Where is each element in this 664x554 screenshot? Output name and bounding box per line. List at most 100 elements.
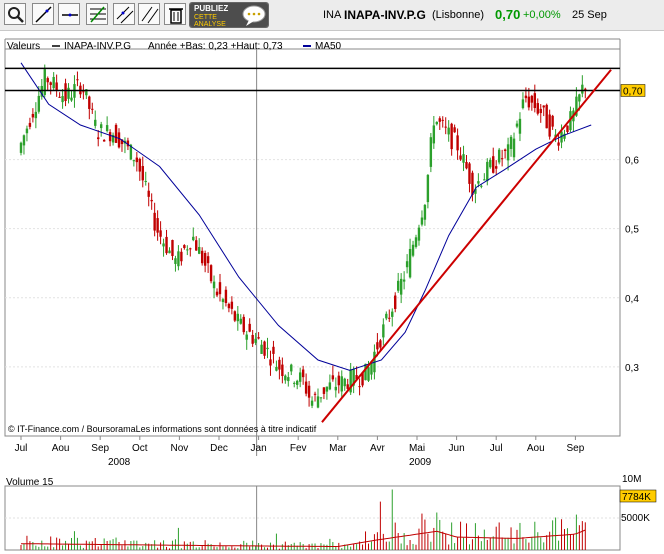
candle-body [420, 217, 424, 225]
legend-values-label: Valeurs [7, 41, 40, 52]
price-chart[interactable]: 0,3 0,4 0,5 0,6 Jul Aou Sep Oct Nov Dec Jan Fev Mar… [0, 36, 664, 476]
candle-body [174, 258, 177, 264]
delete-button[interactable] [164, 3, 186, 25]
candle-body [328, 382, 332, 390]
candle-body [28, 122, 32, 127]
candle-body [441, 119, 444, 121]
last-price-label: 0,70 [623, 86, 643, 97]
candle-body [444, 126, 447, 128]
candle-body [316, 396, 320, 408]
candle-body [325, 386, 329, 392]
candle-body [224, 289, 228, 304]
candle-body [183, 245, 186, 248]
candle-body [450, 123, 453, 150]
x-tick-label: Jul [15, 443, 28, 454]
candle-body [322, 387, 326, 394]
candle-body [465, 161, 468, 169]
x-tick-label: Mai [409, 443, 425, 454]
candle-body [37, 95, 41, 112]
candle-body [340, 376, 343, 392]
candle-body [584, 88, 587, 90]
candle-body [527, 96, 531, 108]
candle-body [453, 127, 456, 133]
candle-body [239, 318, 242, 324]
x-tick-label: Nov [171, 443, 189, 454]
candle-body [263, 341, 266, 356]
x-tick-label: Jun [449, 443, 465, 454]
year-2008-label: 2008 [108, 457, 131, 468]
candle-body [578, 94, 581, 102]
candle-body [530, 95, 534, 103]
candle-body [411, 244, 415, 256]
candle-body [105, 125, 109, 132]
candle-body [334, 386, 338, 391]
x-tick-label: Fev [290, 443, 307, 454]
candle-body [518, 118, 522, 134]
candle-body [545, 104, 548, 129]
horizontal-line-tool-button[interactable] [58, 3, 80, 25]
candle-body [192, 236, 195, 241]
candle-body [132, 160, 136, 162]
x-tick-label: Aou [52, 443, 70, 454]
candle-body [471, 172, 474, 195]
candle-body [195, 240, 198, 251]
candle-body [251, 334, 254, 344]
candle-body [281, 364, 284, 377]
candle-body [382, 324, 385, 338]
candle-body [31, 113, 35, 118]
ad-line3: ANALYSE [194, 21, 226, 28]
candle-body [293, 382, 296, 384]
candle-body [233, 311, 237, 321]
candle-body [447, 127, 450, 135]
candle-body [367, 367, 370, 381]
candle-body [25, 128, 29, 134]
fibonacci-tool-button[interactable] [86, 3, 108, 25]
candle-body [287, 377, 290, 382]
candle-body [296, 380, 299, 385]
candle-body [88, 96, 91, 109]
candle-body [310, 400, 314, 406]
candle-body [337, 375, 340, 386]
zoom-tool-button[interactable] [4, 3, 26, 25]
quote-date: 25 Sep [572, 9, 607, 21]
candle-body [483, 179, 486, 181]
candle-body [331, 375, 335, 380]
last-price-tag: 0,70 [620, 84, 646, 97]
candle-body [58, 96, 61, 98]
candle-body [209, 265, 213, 282]
candle-body [429, 137, 433, 167]
candle-body [117, 132, 121, 148]
candle-body [236, 313, 240, 322]
candle-body [301, 369, 305, 378]
candle-body [426, 174, 430, 203]
candle-body [257, 337, 260, 339]
candle-body [108, 132, 112, 142]
candle-body [94, 119, 97, 126]
candle-body [269, 359, 272, 366]
candle-body [61, 96, 64, 103]
candle-body [245, 334, 248, 340]
candle-body [521, 99, 525, 109]
trash-icon [169, 8, 183, 24]
volume-chart[interactable]: Volume 15 10M 5000K 7784K [0, 474, 664, 552]
candle-body [423, 204, 427, 220]
candle-body [34, 111, 38, 119]
candle-body [358, 386, 361, 388]
candle-body [165, 236, 168, 254]
candle-body [492, 156, 495, 173]
line-draw-icon [35, 6, 52, 23]
parallel-lines-icon [141, 6, 159, 24]
candle-body [212, 281, 216, 289]
channel-tool-button[interactable] [113, 3, 135, 25]
candle-body [290, 364, 293, 372]
candle-body [497, 149, 501, 163]
candle-body [254, 338, 257, 343]
trendline-tool-button[interactable] [32, 3, 54, 25]
parallel-tool-button[interactable] [138, 3, 160, 25]
channel-icon [116, 6, 134, 24]
candle-body [198, 246, 201, 254]
candle-body [144, 180, 147, 182]
publish-analysis-button[interactable]: PUBLIEZ CETTE ANALYSE [189, 2, 269, 28]
candle-body [319, 397, 323, 399]
candle-body [284, 375, 287, 381]
